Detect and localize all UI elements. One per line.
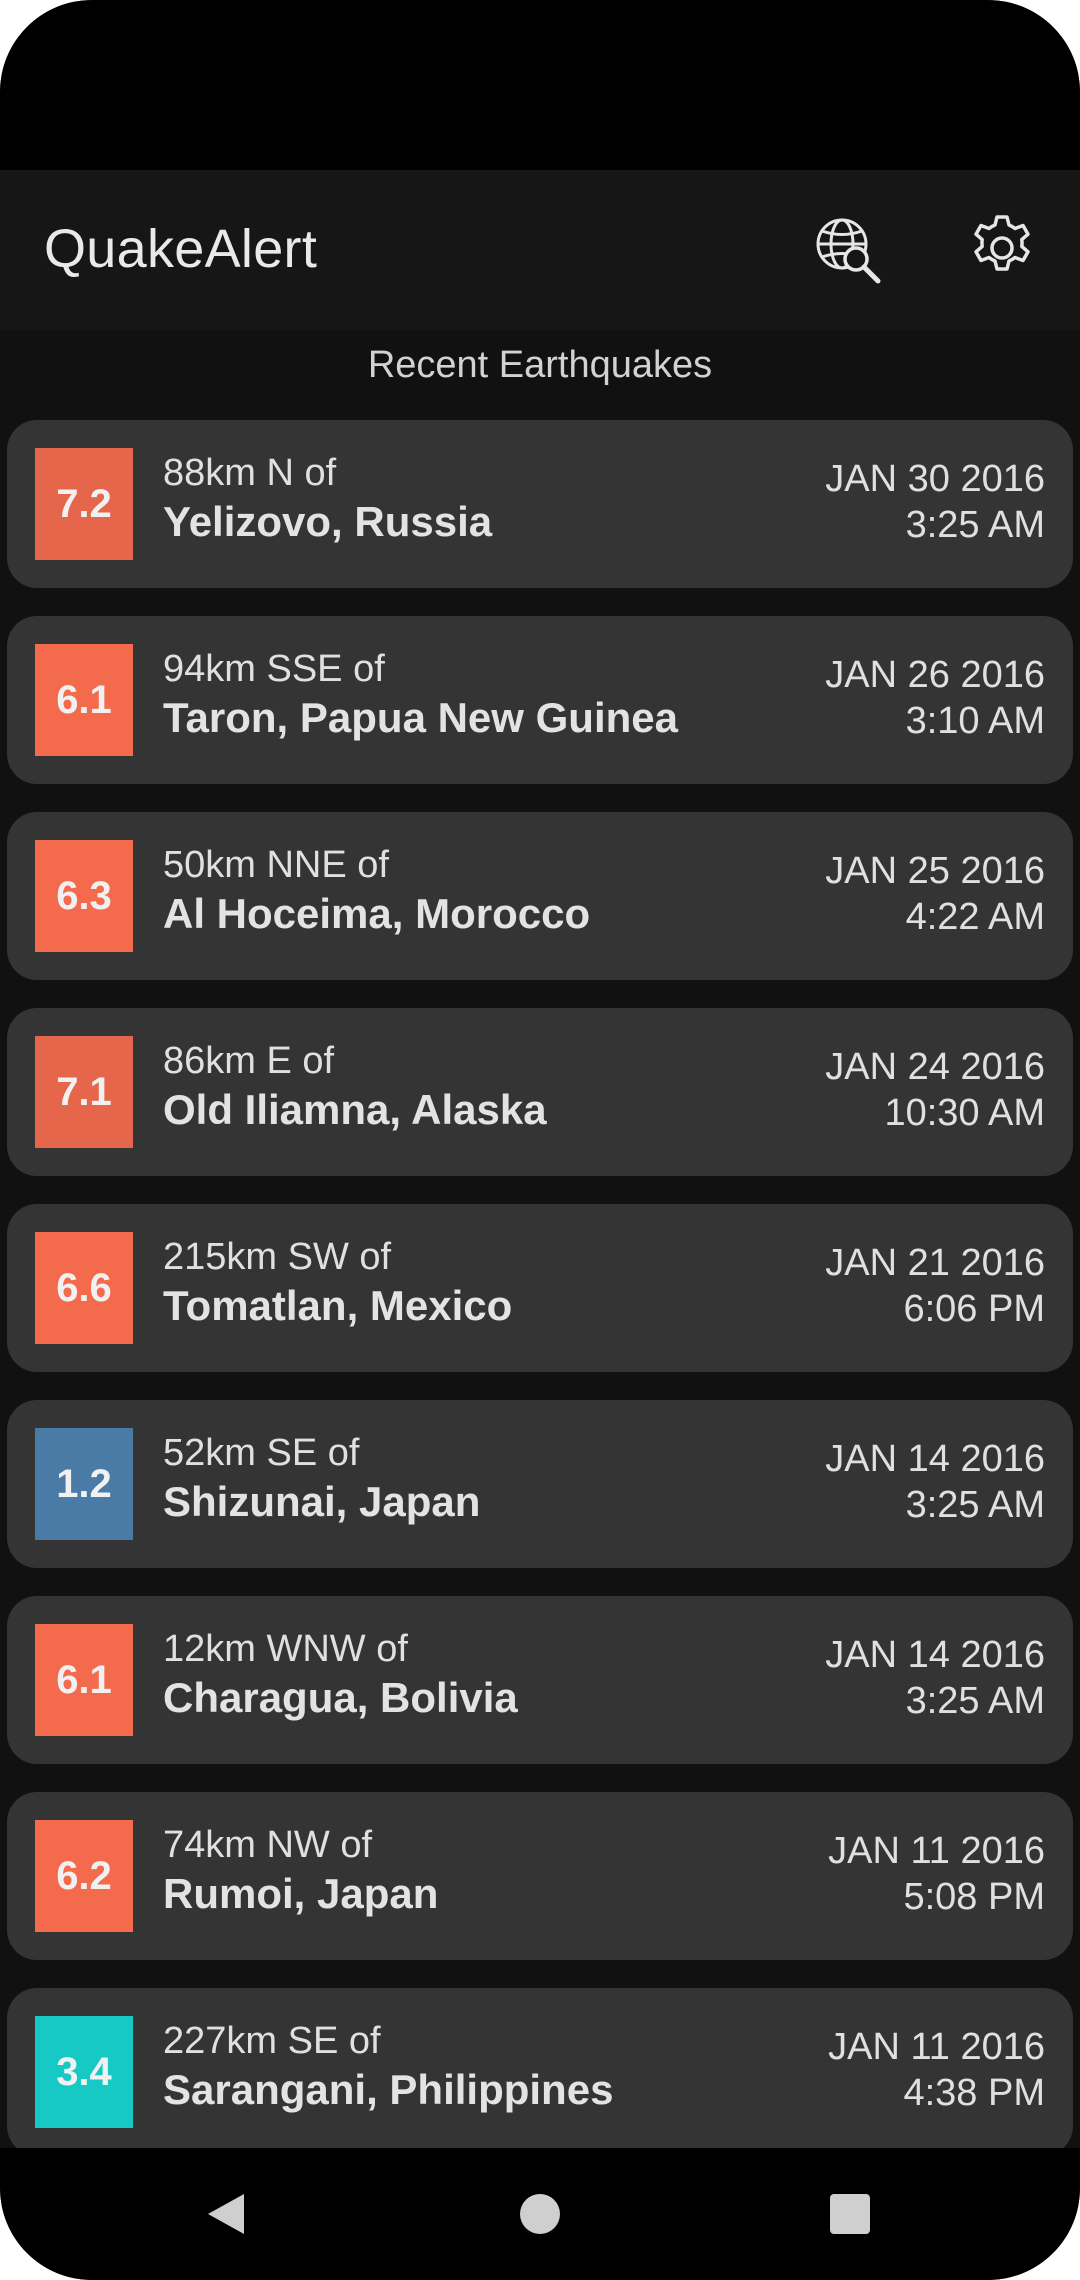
quake-item[interactable]: 6.3 50km NNE of Al Hoceima, Morocco JAN … [7,812,1073,980]
quake-date: JAN 14 2016 [825,1634,1045,1676]
back-triangle-icon [208,2194,244,2234]
quake-time: 3:10 AM [905,700,1045,742]
nav-back-button[interactable] [186,2178,266,2250]
quake-time: 4:22 AM [905,896,1045,938]
home-circle-icon [520,2194,560,2234]
quake-date: JAN 14 2016 [825,1438,1045,1480]
quake-offset: 215km SW of [163,1236,392,1278]
magnitude-badge: 6.2 [35,1820,133,1932]
magnitude-badge: 1.2 [35,1428,133,1540]
quake-time: 4:38 PM [903,2072,1045,2114]
quake-time: 3:25 AM [905,1484,1045,1526]
phone-screen: QuakeAlert Recent Earthquakes 7.2 88km N… [0,0,1080,2280]
quake-place: Al Hoceima, Morocco [163,890,591,937]
quake-list[interactable]: 7.2 88km N of Yelizovo, Russia JAN 30 20… [7,420,1073,2148]
quake-time: 6:06 PM [903,1288,1045,1330]
quake-place: Tomatlan, Mexico [163,1282,513,1329]
quake-item[interactable]: 7.1 86km E of Old Iliamna, Alaska JAN 24… [7,1008,1073,1176]
magnitude-badge: 3.4 [35,2016,133,2128]
quake-date: JAN 21 2016 [825,1242,1045,1284]
system-nav-bar [0,2148,1080,2280]
quake-offset: 74km NW of [163,1824,373,1866]
quake-date: JAN 24 2016 [825,1046,1045,1088]
quake-date: JAN 30 2016 [825,458,1045,500]
settings-button[interactable] [962,208,1042,288]
quake-place: Sarangani, Philippines [163,2066,614,2113]
magnitude-badge: 7.2 [35,448,133,560]
quake-date: JAN 11 2016 [828,2026,1045,2068]
quake-date: JAN 25 2016 [825,850,1045,892]
quake-place: Yelizovo, Russia [163,498,493,545]
quake-item[interactable]: 6.6 215km SW of Tomatlan, Mexico JAN 21 … [7,1204,1073,1372]
quake-item[interactable]: 1.2 52km SE of Shizunai, Japan JAN 14 20… [7,1400,1073,1568]
quake-time: 3:25 AM [905,1680,1045,1722]
recents-square-icon [830,2194,870,2234]
quake-place: Taron, Papua New Guinea [163,694,678,741]
nav-home-button[interactable] [500,2178,580,2250]
list-title: Recent Earthquakes [367,344,713,386]
quake-item[interactable]: 6.1 94km SSE of Taron, Papua New Guinea … [7,616,1073,784]
quake-offset: 50km NNE of [163,844,389,886]
quake-offset: 227km SE of [163,2020,381,2062]
magnitude-badge: 6.1 [35,1624,133,1736]
magnitude-badge: 7.1 [35,1036,133,1148]
globe-search-icon [816,218,881,284]
quake-date: JAN 26 2016 [825,654,1045,696]
magnitude-badge: 6.1 [35,644,133,756]
quake-offset: 88km N of [163,452,337,494]
quake-offset: 52km SE of [163,1432,360,1474]
nav-recents-button[interactable] [810,2178,890,2250]
magnitude-badge: 6.3 [35,840,133,952]
app-title: QuakeAlert [44,219,318,279]
quake-place: Shizunai, Japan [163,1478,481,1525]
quake-item[interactable]: 3.4 227km SE of Sarangani, Philippines J… [7,1988,1073,2148]
magnitude-badge: 6.6 [35,1232,133,1344]
quake-offset: 12km WNW of [163,1628,408,1670]
quake-offset: 86km E of [163,1040,335,1082]
search-button[interactable] [808,210,888,290]
quake-time: 3:25 AM [905,504,1045,546]
quake-time: 5:08 PM [903,1876,1045,1918]
quake-item[interactable]: 7.2 88km N of Yelizovo, Russia JAN 30 20… [7,420,1073,588]
quake-place: Old Iliamna, Alaska [163,1086,547,1133]
quake-place: Charagua, Bolivia [163,1674,518,1721]
quake-item[interactable]: 6.1 12km WNW of Charagua, Bolivia JAN 14… [7,1596,1073,1764]
quake-offset: 94km SSE of [163,648,385,690]
status-bar [0,0,1080,170]
gear-icon [974,215,1030,271]
quake-place: Rumoi, Japan [163,1870,439,1917]
quake-time: 10:30 AM [884,1092,1045,1134]
quake-date: JAN 11 2016 [828,1830,1045,1872]
app-bar: QuakeAlert [0,170,1080,330]
quake-item[interactable]: 6.2 74km NW of Rumoi, Japan JAN 11 2016 … [7,1792,1073,1960]
